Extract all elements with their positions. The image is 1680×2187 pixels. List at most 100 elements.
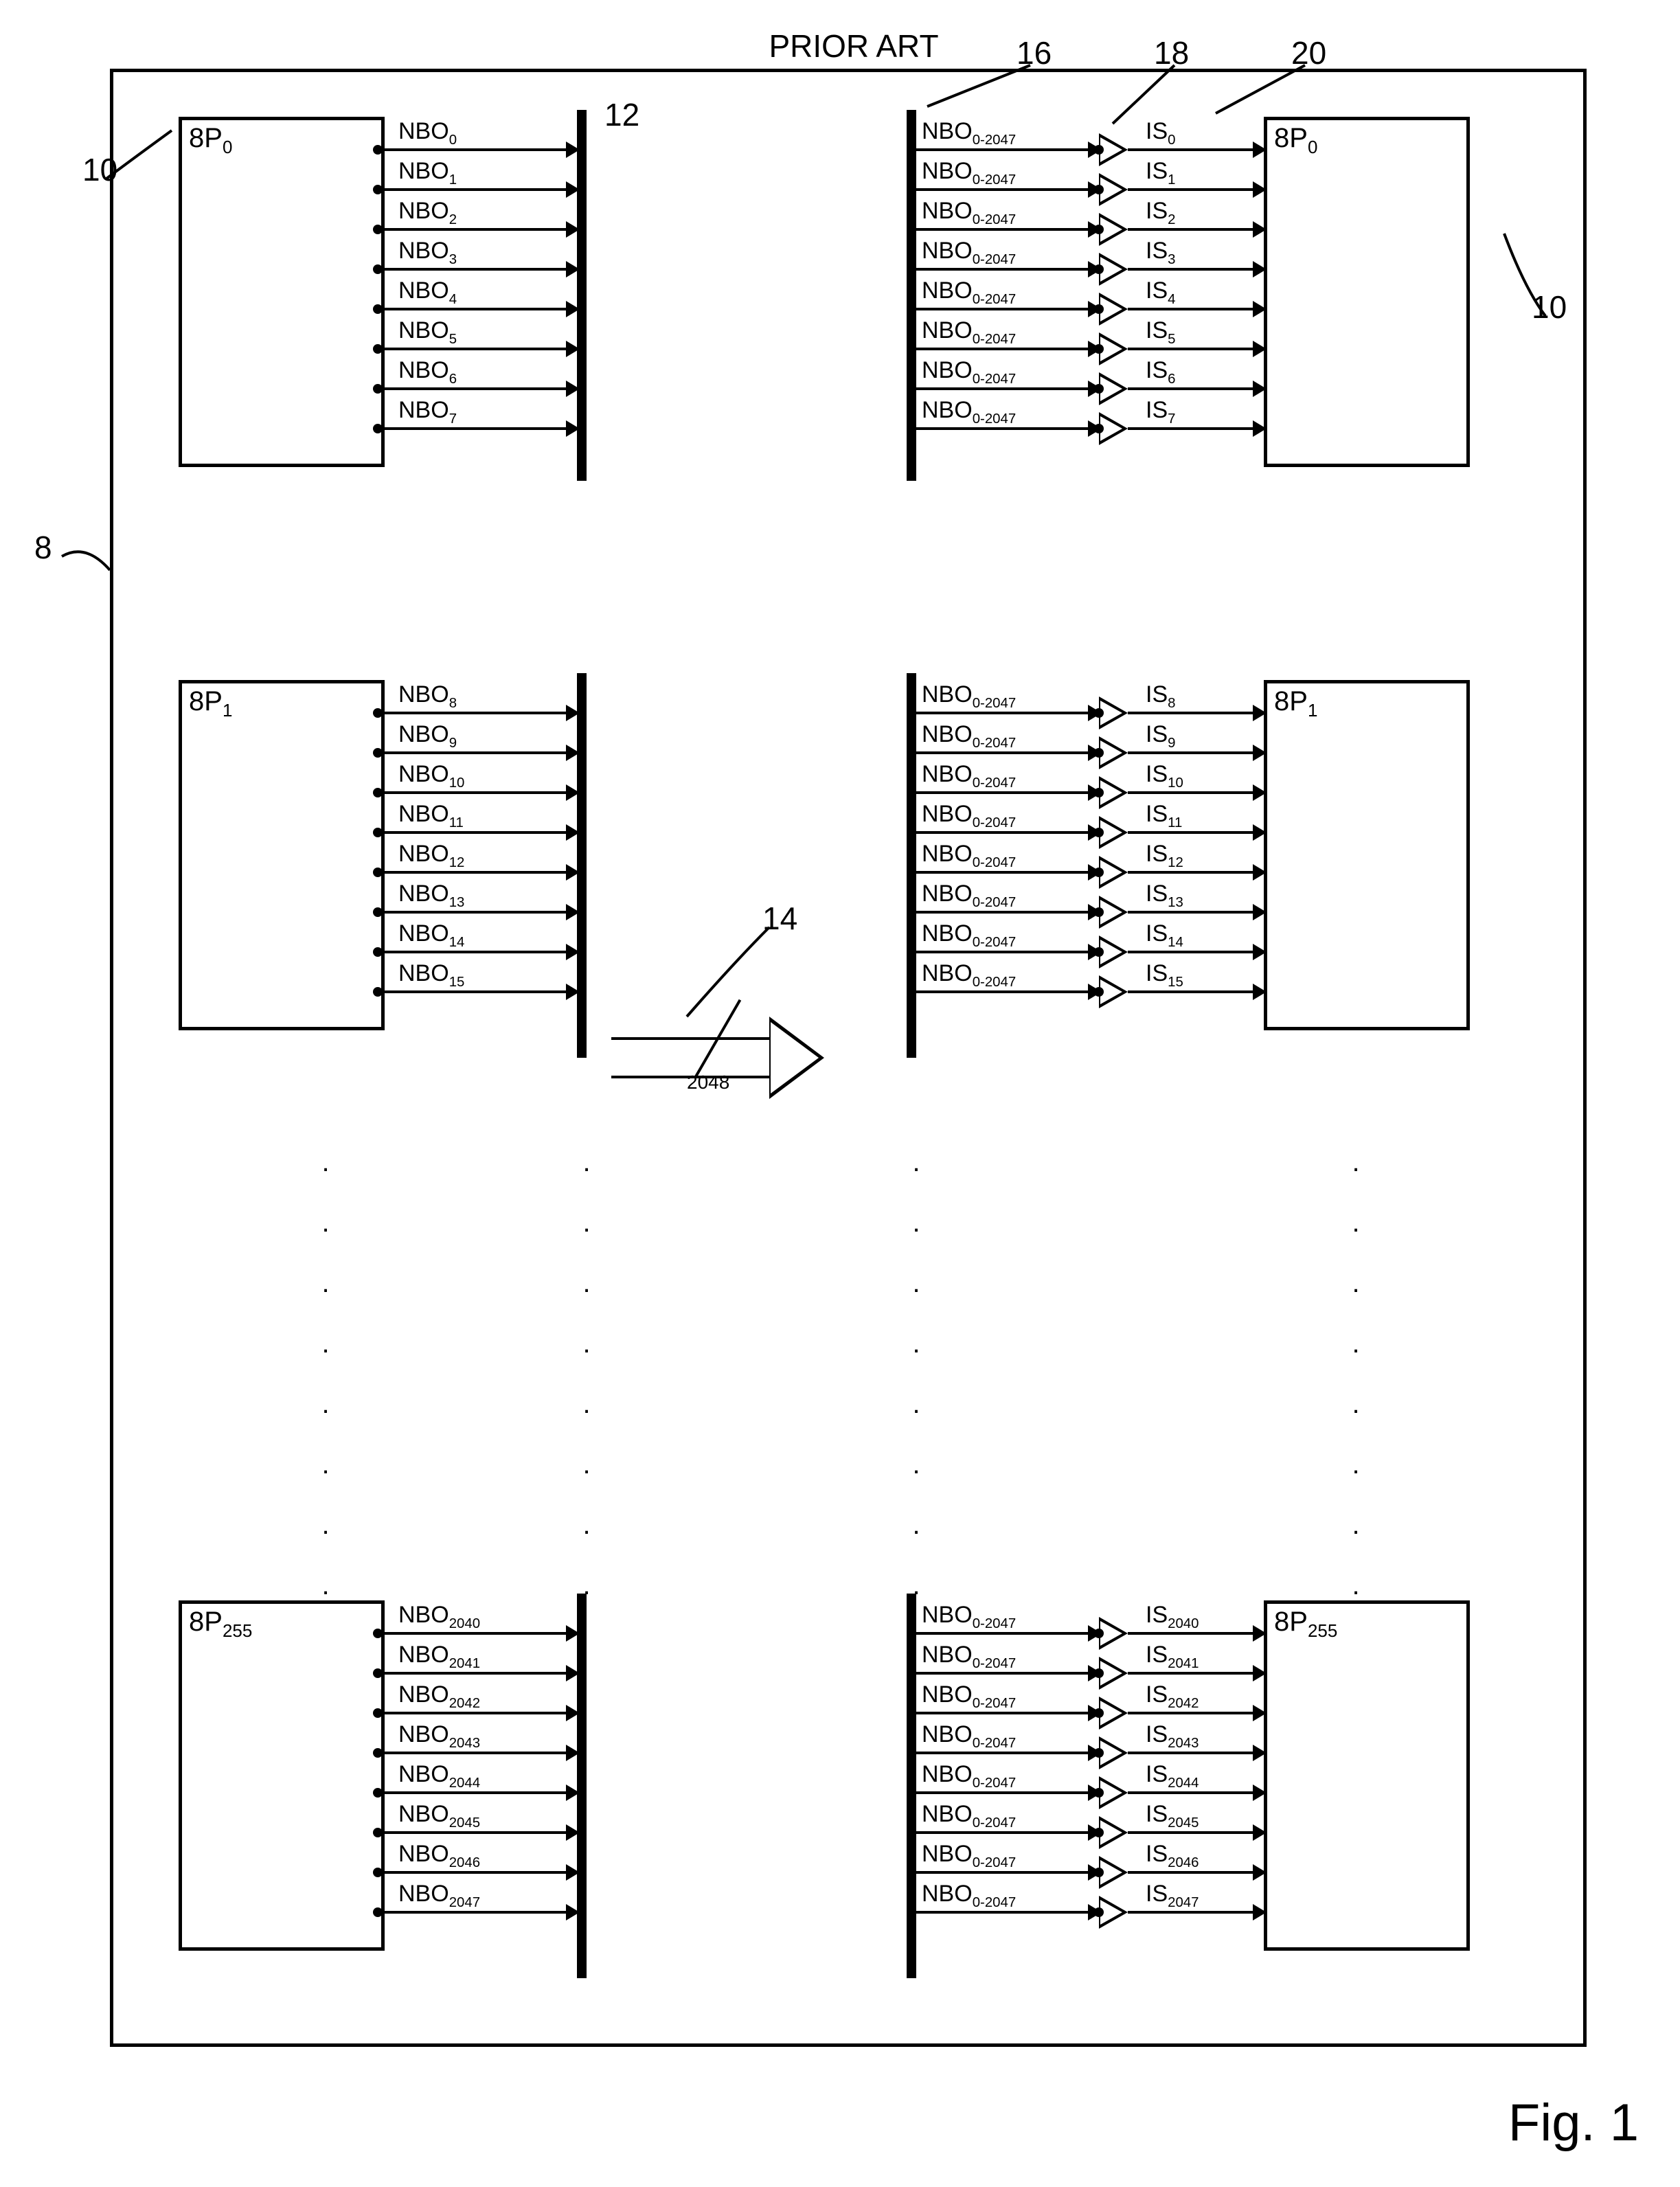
arrow-right-icon — [1253, 381, 1267, 397]
arrow-right-icon — [1253, 984, 1267, 1000]
wire: IS11 — [1128, 831, 1264, 834]
wire: IS2041 — [1128, 1672, 1264, 1675]
connection-dot — [373, 344, 383, 354]
vdots-mid1: . . . . . . . . — [577, 1147, 596, 1600]
figure-caption: Fig. 1 — [1508, 2093, 1639, 2153]
wire: IS2046 — [1128, 1871, 1264, 1874]
bus-input-label: NBO0-2047 — [922, 118, 1016, 148]
wire: NBO15 — [378, 990, 577, 993]
buffer-to-block-row: IS15 — [1128, 973, 1264, 1011]
wire: NBO10 — [378, 791, 577, 794]
signal-label: NBO2045 — [398, 1801, 480, 1831]
wire: NBO1 — [378, 188, 577, 191]
bus-input-label: NBO0-2047 — [922, 1602, 1016, 1632]
wire: NBO2045 — [378, 1831, 577, 1834]
signal-label: NBO3 — [398, 238, 457, 268]
arrow-right-icon — [566, 341, 580, 357]
wire: NBO13 — [378, 911, 577, 914]
bus-input-label: NBO0-2047 — [922, 1681, 1016, 1712]
arrow-right-icon — [566, 301, 580, 317]
bus-input-label: NBO0-2047 — [922, 1642, 1016, 1672]
block-label: 8P1 — [1274, 686, 1317, 721]
wire: IS10 — [1128, 791, 1264, 794]
arrow-right-icon — [1253, 824, 1267, 841]
connection-dot — [373, 225, 383, 234]
signal-label: NBO12 — [398, 841, 464, 871]
page: PRIOR ART 8 10 10 12 14 16 18 20 2048 — [14, 14, 1680, 2173]
block-label: 8P1 — [189, 686, 232, 721]
is-signal-label: IS4 — [1146, 277, 1175, 308]
wire: IS8 — [1128, 712, 1264, 714]
connection-dot — [373, 708, 383, 718]
is-signal-label: IS2047 — [1146, 1881, 1199, 1911]
signal-label: NBO10 — [398, 761, 464, 791]
output-signal-row: NBO2047 — [378, 1893, 577, 1931]
arrow-right-icon — [566, 381, 580, 397]
wire: NBO0-2047 — [916, 831, 1099, 834]
connection-dot — [1094, 1788, 1104, 1798]
connection-dot — [1094, 1868, 1104, 1877]
connection-dot — [373, 1748, 383, 1758]
connection-dot — [373, 1788, 383, 1798]
arrow-right-icon — [566, 904, 580, 920]
leader-14 — [714, 927, 716, 929]
bus-input-label: NBO0-2047 — [922, 801, 1016, 831]
arrow-right-icon — [566, 745, 580, 761]
connection-dot — [373, 868, 383, 877]
wire: NBO6 — [378, 387, 577, 390]
wire: NBO0-2047 — [916, 911, 1099, 914]
leader-16 — [927, 65, 929, 67]
signal-label: NBO2 — [398, 198, 457, 228]
wire: IS2043 — [1128, 1752, 1264, 1754]
signal-label: NBO2047 — [398, 1881, 480, 1911]
connection-dot — [373, 304, 383, 314]
bus-input-label: NBO0-2047 — [922, 920, 1016, 951]
arrow-right-icon — [566, 1784, 580, 1801]
connection-dot — [1094, 868, 1104, 877]
is-signal-label: IS5 — [1146, 317, 1175, 348]
connection-dot — [1094, 907, 1104, 917]
arrow-right-icon — [1253, 141, 1267, 158]
vdots-left: . . . . . . . . — [316, 1147, 335, 1600]
connection-dot — [1094, 185, 1104, 194]
is-signal-label: IS2043 — [1146, 1721, 1199, 1752]
bus-input-label: NBO0-2047 — [922, 881, 1016, 911]
wire: NBO7 — [378, 427, 577, 430]
is-signal-label: IS12 — [1146, 841, 1183, 871]
arrow-right-icon — [566, 784, 580, 801]
arrow-right-icon — [566, 1824, 580, 1841]
signal-label: NBO13 — [398, 881, 464, 911]
is-signal-label: IS8 — [1146, 681, 1175, 712]
signal-label: NBO4 — [398, 277, 457, 308]
bus-input-label: NBO0-2047 — [922, 681, 1016, 712]
connection-dot — [373, 145, 383, 155]
wire: IS2045 — [1128, 1831, 1264, 1834]
bus-to-buffer-row: NBO0-2047 — [916, 409, 1099, 448]
bus-bar-right3 — [907, 1594, 916, 1978]
wire: NBO2046 — [378, 1871, 577, 1874]
bus-bar-right2 — [907, 673, 916, 1058]
leader-10b — [1545, 316, 1547, 317]
arrow-right-icon — [1253, 705, 1267, 721]
bus-input-label: NBO0-2047 — [922, 1841, 1016, 1871]
arrow-right-icon — [566, 705, 580, 721]
connection-dot — [1094, 1668, 1104, 1678]
bus-input-label: NBO0-2047 — [922, 841, 1016, 871]
block-label: 8P0 — [189, 123, 232, 158]
wire: NBO0-2047 — [916, 427, 1099, 430]
wire: IS1 — [1128, 188, 1264, 191]
arrow-right-icon — [1253, 784, 1267, 801]
bus-to-buffer-row: NBO0-2047 — [916, 973, 1099, 1011]
wire: NBO0-2047 — [916, 1672, 1099, 1675]
arrow-right-icon — [1253, 301, 1267, 317]
output-signal-row: NBO7 — [378, 409, 577, 448]
bus-input-label: NBO0-2047 — [922, 277, 1016, 308]
wire: IS2040 — [1128, 1632, 1264, 1635]
arrow-right-icon — [566, 1625, 580, 1642]
wire: NBO0-2047 — [916, 1632, 1099, 1635]
is-signal-label: IS3 — [1146, 238, 1175, 268]
connection-dot — [373, 1708, 383, 1718]
wire: IS3 — [1128, 268, 1264, 271]
is-signal-label: IS6 — [1146, 357, 1175, 387]
connection-dot — [1094, 1907, 1104, 1917]
